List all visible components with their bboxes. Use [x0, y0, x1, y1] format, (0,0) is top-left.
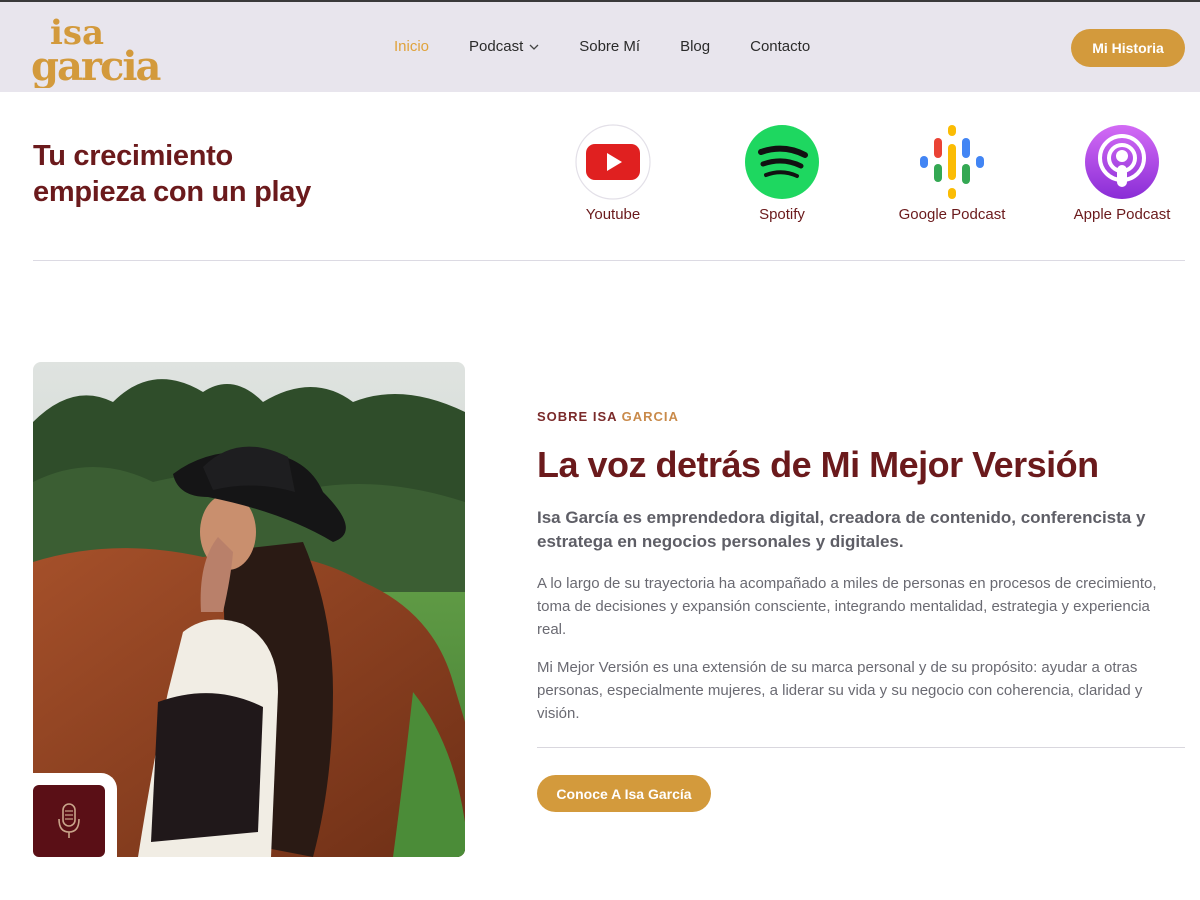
logo-wordmark: isa garcia: [31, 13, 163, 88]
spotify-icon: [745, 125, 819, 199]
platform-spotify-label: Spotify: [759, 206, 805, 223]
logo[interactable]: isa garcia: [30, 10, 185, 88]
svg-text:garcia: garcia: [31, 43, 161, 88]
platform-google-podcast-label: Google Podcast: [898, 206, 1006, 223]
nav-blog[interactable]: Blog: [680, 38, 710, 55]
podcast-tagline: Tu crecimiento empieza con un play: [33, 138, 453, 210]
microphone-badge: [33, 785, 105, 857]
about-lead: Isa García es emprendedora digital, crea…: [537, 508, 1146, 551]
google-podcast-icon: [920, 125, 984, 199]
about-headline: La voz detrás de Mi Mejor Versión: [537, 444, 1099, 485]
about-paragraph-2: Mi Mejor Versión es una extensión de su …: [537, 659, 1143, 722]
nav-sobre-mi-label: Sobre Mí: [579, 38, 641, 55]
mi-historia-button[interactable]: Mi Historia: [1071, 29, 1185, 67]
section-divider: [33, 260, 1185, 261]
about-paragraph-1: A lo largo de su trayectoria ha acompaña…: [537, 575, 1157, 638]
platform-spotify[interactable]: Spotify: [707, 124, 857, 223]
nav-inicio-label: Inicio: [394, 38, 430, 55]
platform-google-podcast[interactable]: Google Podcast: [877, 124, 1027, 223]
tagline-line-2: empieza con un play: [33, 176, 311, 208]
chevron-down-icon: [529, 44, 539, 50]
conoce-isa-button[interactable]: Conoce A Isa García: [537, 775, 711, 812]
platform-apple-podcast-label: Apple Podcast: [1073, 206, 1171, 223]
content-divider: [537, 747, 1185, 748]
nav-inicio[interactable]: Inicio: [394, 38, 429, 55]
platform-youtube-label: Youtube: [585, 206, 641, 223]
nav-sobre-mi[interactable]: Sobre Mí: [579, 38, 640, 55]
about-eyebrow: SOBRE ISA GARCIA: [537, 409, 679, 424]
youtube-icon: [575, 124, 651, 200]
platform-apple-podcast[interactable]: Apple Podcast: [1047, 124, 1197, 223]
nav-contacto-label: Contacto: [750, 38, 811, 55]
site-header: isa garcia Inicio Podcast Sobre Mí Blog …: [0, 2, 1200, 92]
apple-podcast-icon: [1085, 125, 1159, 199]
microphone-icon: [58, 803, 80, 838]
nav-blog-label: Blog: [680, 38, 711, 55]
nav-podcast-label: Podcast: [469, 38, 524, 55]
platform-youtube[interactable]: Youtube: [538, 124, 688, 223]
tagline-line-1: Tu crecimiento: [33, 140, 233, 172]
eyebrow-accent: GARCIA: [621, 409, 679, 424]
eyebrow-main: SOBRE ISA: [537, 409, 618, 424]
nav-podcast[interactable]: Podcast: [469, 38, 539, 55]
nav-contacto[interactable]: Contacto: [750, 38, 810, 55]
main-nav: Inicio Podcast Sobre Mí Blog Contacto: [394, 38, 850, 55]
